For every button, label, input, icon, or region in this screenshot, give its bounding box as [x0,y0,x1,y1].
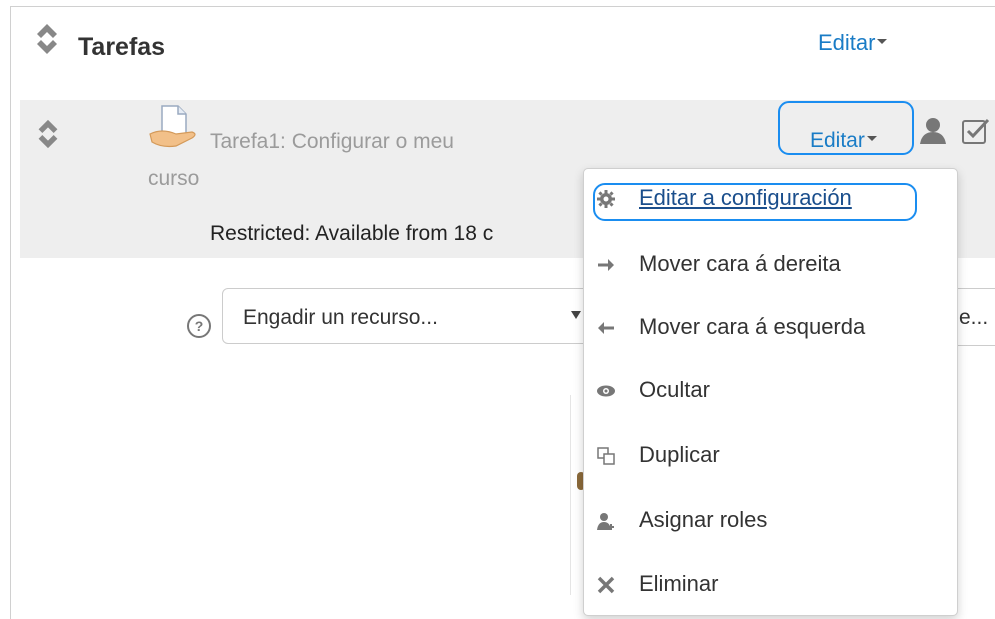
activity-edit-label[interactable]: Editar [810,129,865,152]
chevron-down-icon [571,311,581,319]
duplicate-icon [597,447,615,465]
menu-item-label[interactable]: Ocultar [639,377,710,403]
menu-item-edit-settings[interactable]: Editar a configuración [584,177,957,221]
svg-text:?: ? [195,318,204,334]
menu-item-move-right[interactable]: Mover cara á dereita [584,243,957,283]
add-resource-select[interactable]: Engadir un recurso... [222,288,597,344]
activity-edit-menu-button[interactable]: Editar [778,101,914,155]
menu-item-assign-roles[interactable]: Asignar roles [584,499,957,539]
move-icon[interactable] [34,118,62,150]
add-resource-value: Engadir un recurso... [243,306,438,329]
menu-item-duplicate[interactable]: Duplicar [584,434,957,474]
caret-down-icon [866,135,877,141]
menu-item-label[interactable]: Editar a configuración [639,185,852,211]
edit-dropdown-menu: Editar a configuración Mover cara á dere… [583,168,958,616]
caret-down-icon [877,38,888,44]
move-icon[interactable] [34,22,60,56]
activity-link[interactable]: Tarefa1: Configurar o meu [210,130,454,154]
arrow-right-icon [598,259,614,271]
user-icon[interactable] [918,116,948,146]
divider [570,395,571,595]
menu-item-hide[interactable]: Ocultar [584,369,957,409]
activity-link-continued[interactable]: curso [148,167,199,191]
assignment-icon [149,105,196,148]
add-activity-value: e... [959,306,989,329]
section-title: Tarefas [78,33,166,61]
completion-checkbox-icon[interactable] [960,116,990,146]
menu-item-label[interactable]: Eliminar [639,571,718,597]
section-edit-menu[interactable]: Editar [818,30,888,56]
availability-info: Restricted: Available from 18 c [210,222,494,245]
section-edit-label[interactable]: Editar [818,30,875,55]
help-icon[interactable]: ? [186,313,212,339]
menu-item-label[interactable]: Asignar roles [639,507,767,533]
menu-item-label[interactable]: Mover cara á esquerda [639,314,865,340]
arrow-left-icon [598,322,614,334]
menu-item-move-left[interactable]: Mover cara á esquerda [584,306,957,346]
menu-item-label[interactable]: Mover cara á dereita [639,251,841,277]
menu-item-delete[interactable]: Eliminar [584,563,957,603]
eye-icon [597,385,615,397]
user-add-icon [597,513,614,530]
menu-item-label[interactable]: Duplicar [639,442,720,468]
close-icon [597,576,615,594]
gear-icon [597,190,615,208]
